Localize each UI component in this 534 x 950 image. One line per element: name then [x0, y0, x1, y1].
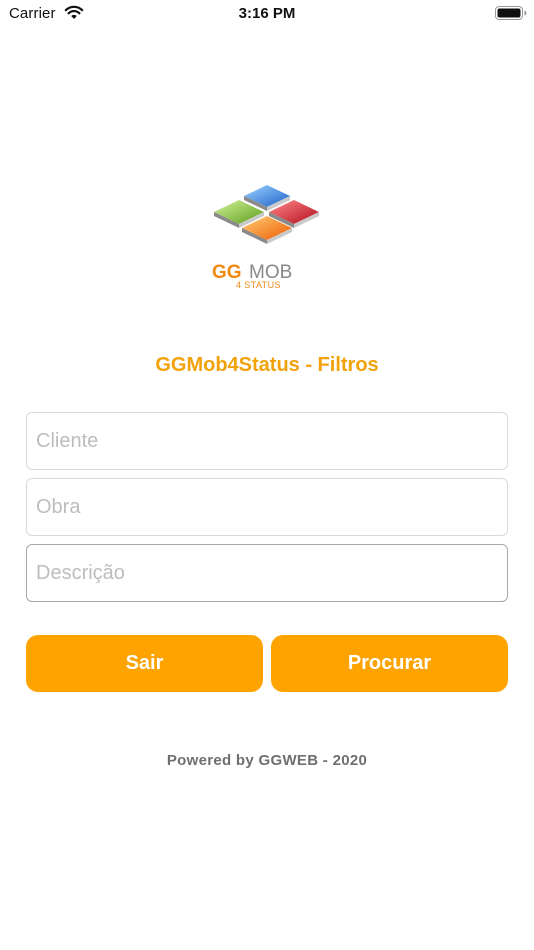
cliente-input[interactable] [26, 412, 508, 470]
page-title: GGMob4Status - Filtros [155, 354, 379, 376]
obra-input[interactable] [26, 478, 508, 536]
procurar-button[interactable]: Procurar [271, 635, 508, 692]
status-bar: Carrier 3:16 PM [0, 0, 534, 28]
clock: 3:16 PM [238, 5, 296, 22]
descricao-input[interactable] [26, 544, 508, 602]
logo-tagline: 4 STATUS [236, 280, 281, 290]
ggmob-logo: GG MOB 4 STATUS [212, 185, 319, 290]
sair-button[interactable]: Sair [26, 635, 263, 692]
filter-screen: Carrier 3:16 PM GG MOB 4 STATUS GGMob4St… [0, 0, 534, 950]
footer-credit: Powered by GGWEB - 2020 [166, 752, 368, 769]
battery-icon [495, 6, 527, 20]
